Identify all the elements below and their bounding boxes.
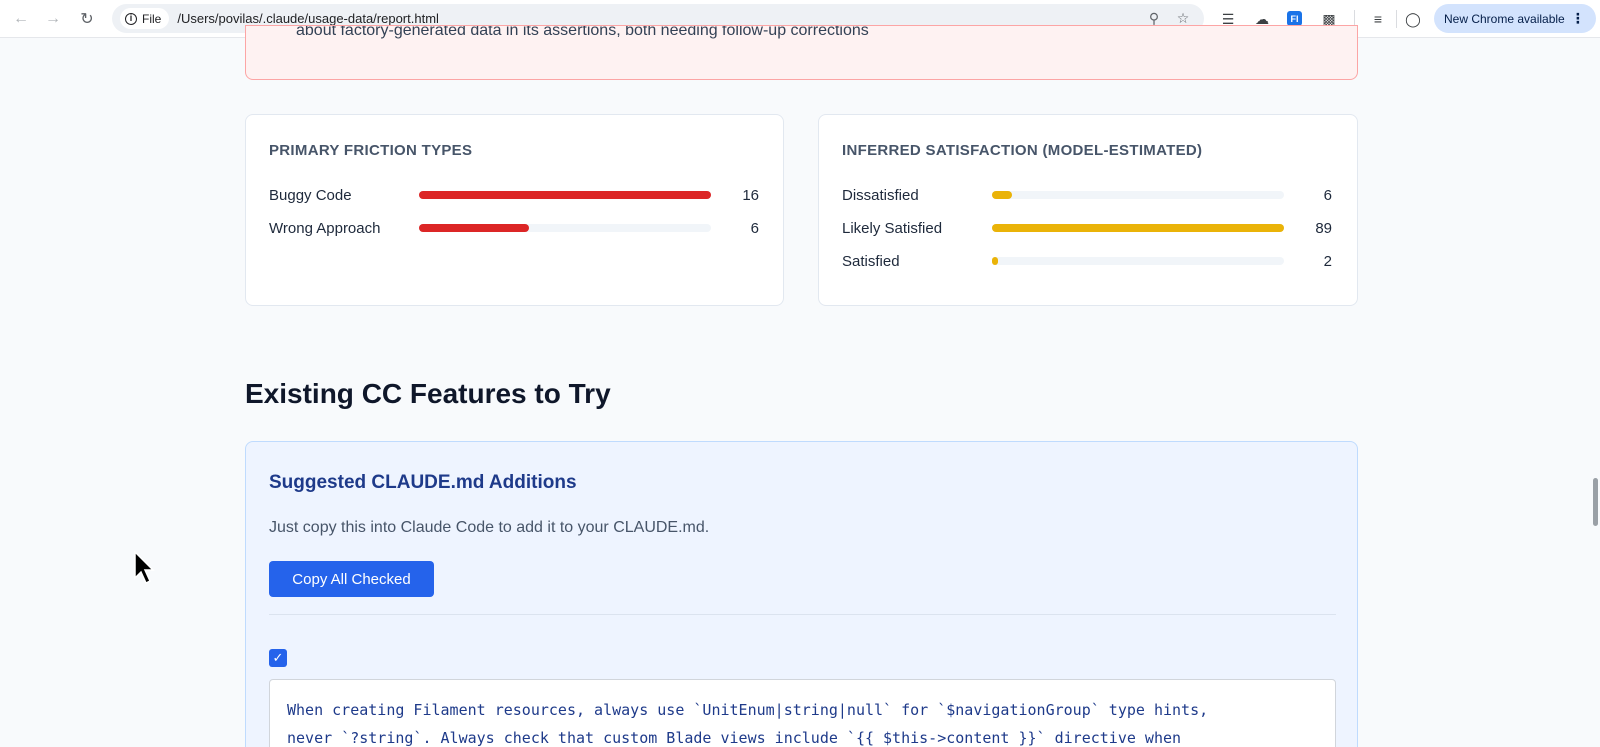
bar-track [992,257,1284,265]
bar-track [992,191,1284,199]
bar-value: 2 [1323,253,1332,270]
media-list-icon[interactable]: ≡ [1368,9,1388,29]
bar-value: 6 [1323,187,1332,204]
friction-card: PRIMARY FRICTION TYPES Buggy Code 16 Wro… [245,114,784,306]
friction-title: PRIMARY FRICTION TYPES [269,142,473,159]
bar-track [419,191,711,199]
friction-row: Wrong Approach 6 [269,218,759,238]
suggestion-checkbox[interactable]: ✓ [269,649,287,667]
copy-all-checked-button[interactable]: Copy All Checked [269,561,434,597]
more-vert-icon: ⋮ [1570,10,1585,26]
satisfaction-row: Likely Satisfied 89 [842,218,1332,238]
bar-track [419,224,711,232]
fi-extension-icon[interactable]: FI [1287,11,1302,26]
checkmark-icon: ✓ [272,650,284,665]
card-description: Just copy this into Claude Code to add i… [269,519,710,536]
bar-fill [992,257,999,265]
bar-track [992,224,1284,232]
bar-label: Satisfied [842,253,900,270]
bar-fill [419,224,529,232]
file-chip-label: File [142,11,162,26]
profile-icon[interactable]: ◯ [1403,9,1423,29]
alert-text: about factory-generated data in its asse… [296,25,869,39]
friction-row: Buggy Code 16 [269,185,759,205]
bar-fill [992,191,1012,199]
divider [269,614,1336,615]
forward-arrow-icon[interactable]: → [42,8,64,30]
info-icon: i [125,12,137,25]
bar-label: Wrong Approach [269,220,381,237]
toolbar-separator [1396,10,1397,28]
chrome-update-button[interactable]: New Chrome available ⋮ [1434,4,1596,33]
alert-card: about factory-generated data in its asse… [245,25,1358,80]
section-title: Existing CC Features to Try [245,378,611,409]
card-title: Suggested CLAUDE.md Additions [269,472,577,493]
bar-label: Dissatisfied [842,187,919,204]
satisfaction-title: INFERRED SATISFACTION (MODEL-ESTIMATED) [842,142,1203,159]
suggestion-code-block[interactable]: When creating Filament resources, always… [269,679,1336,747]
bar-value: 6 [750,220,759,237]
back-arrow-icon[interactable]: ← [10,8,32,30]
satisfaction-row: Dissatisfied 6 [842,185,1332,205]
site-info-chip[interactable]: i File [120,8,170,29]
reload-icon[interactable]: ↻ [76,8,98,30]
bar-label: Likely Satisfied [842,220,943,237]
satisfaction-row: Satisfied 2 [842,251,1332,271]
page-scrollbar[interactable] [1593,478,1598,526]
bar-value: 16 [742,187,759,204]
url-text[interactable]: /Users/povilas/.claude/usage-data/report… [177,11,439,26]
bar-fill [419,191,711,199]
cursor-icon [134,551,155,585]
claude-md-card: Suggested CLAUDE.md Additions Just copy … [245,441,1358,747]
bar-fill [992,224,1284,232]
bar-value: 89 [1315,220,1332,237]
satisfaction-card: INFERRED SATISFACTION (MODEL-ESTIMATED) … [818,114,1358,306]
update-label: New Chrome available [1444,11,1565,26]
bar-label: Buggy Code [269,187,352,204]
